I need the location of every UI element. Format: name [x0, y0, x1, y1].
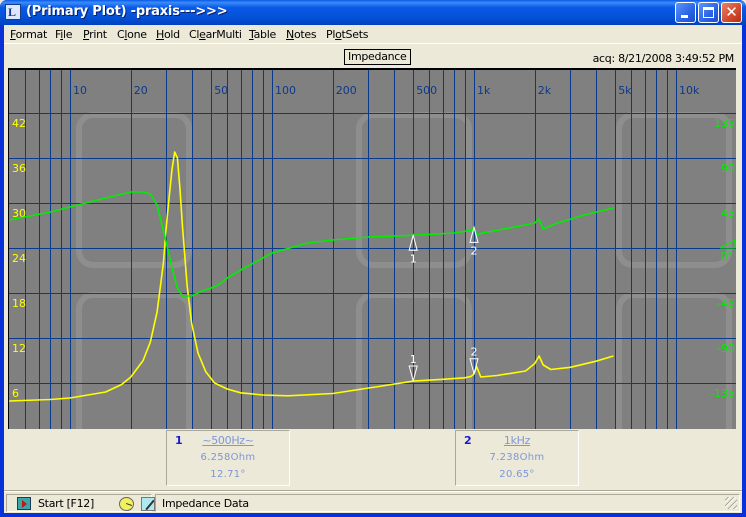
marker-1-magnitude-label: 1	[410, 353, 417, 366]
y-right-tick-label: 135	[714, 117, 735, 130]
y-left-tick-label: 12	[12, 342, 26, 355]
watermark-logo-icon	[76, 112, 192, 268]
start-panel: Start [F12]	[6, 494, 155, 512]
series-phase-line	[9, 191, 614, 297]
watermark-logo-icon	[76, 292, 192, 429]
menu-clearmulti[interactable]: ClearMulti	[189, 28, 242, 41]
x-tick-label: 50	[214, 84, 228, 97]
status-panel: Impedance Data	[155, 494, 740, 512]
x-tick-label: 20	[134, 84, 148, 97]
resize-grip-icon[interactable]	[725, 497, 737, 509]
marker-1-frequency[interactable]: ~500Hz~	[167, 434, 289, 447]
menu-plotsets[interactable]: PlotSets	[326, 28, 368, 41]
gauge-icon[interactable]	[119, 497, 134, 511]
marker-2-magnitude-label: 2	[471, 346, 478, 359]
x-tick-label: 2k	[538, 84, 552, 97]
plot-title[interactable]: Impedance	[344, 49, 411, 65]
y-left-tick-label: 24	[12, 252, 26, 265]
close-button[interactable]: ✕	[721, 2, 742, 23]
x-tick-label: 10	[73, 84, 87, 97]
watermark-logo-icon	[616, 292, 732, 429]
menu-print[interactable]: Print	[83, 28, 107, 41]
maximize-button[interactable]	[698, 2, 719, 23]
start-play-icon[interactable]	[17, 497, 31, 510]
minimize-icon	[681, 15, 688, 18]
marker-1-phase-label: 1	[410, 252, 417, 265]
title-bar[interactable]: L (Primary Plot) -praxis--->>> ✕	[0, 0, 746, 25]
y-right-tick-label: 45	[721, 207, 735, 220]
series-magnitude-line	[9, 151, 614, 402]
menu-bar: Format File Print Clone Hold ClearMulti Table N…	[4, 25, 742, 44]
x-tick-label: 100	[275, 84, 296, 97]
menu-hold[interactable]: Hold	[156, 28, 180, 41]
acquisition-timestamp: acq: 8/21/2008 3:49:52 PM	[592, 52, 735, 65]
app-window: L (Primary Plot) -praxis--->>> ✕ Format F…	[0, 0, 746, 517]
y-left-tick-label: 36	[12, 162, 26, 175]
menu-table[interactable]: Table	[249, 28, 276, 41]
window-title: (Primary Plot) -praxis--->>>	[26, 4, 228, 19]
status-bar: Start [F12] Impedance Data	[4, 492, 742, 513]
y-right-tick-label: 0°	[721, 250, 734, 263]
menu-clone[interactable]: Clone	[117, 28, 147, 41]
marker-1-phase: 12.71°	[210, 469, 246, 480]
x-tick-label: 1k	[477, 84, 491, 97]
marker-2-phase: 20.65°	[499, 469, 535, 480]
y-left-tick-label: 18	[12, 297, 26, 310]
watermark-logo-icon	[616, 112, 732, 268]
marker-1-readout: 1 ~500Hz~ 6.258Ohm 12.71°	[166, 430, 290, 486]
marker-2-magnitude: 7.238Ohm	[489, 452, 545, 463]
minimize-button[interactable]	[675, 2, 696, 23]
y-right-tick-label: 90	[721, 162, 735, 175]
y-left-tick-label: 42	[12, 117, 26, 130]
status-text: Impedance Data	[162, 497, 249, 510]
marker-2-readout: 2 1kHz 7.238Ohm 20.65°	[455, 430, 579, 486]
menu-notes[interactable]: Notes	[286, 28, 317, 41]
x-tick-label: 200	[336, 84, 357, 97]
x-tick-label: 10k	[679, 84, 700, 97]
marker-2-phase-label: 2	[471, 244, 478, 257]
menu-format[interactable]: Format	[10, 28, 47, 41]
marker-1-magnitude: 6.258Ohm	[200, 452, 256, 463]
marker-2-frequency[interactable]: 1kHz	[456, 434, 578, 447]
maximize-icon	[703, 7, 714, 18]
y-left-tick-label: 6	[12, 387, 19, 400]
probe-icon[interactable]	[141, 497, 155, 511]
client-area: Format File Print Clone Hold ClearMulti Table N…	[4, 25, 742, 513]
y-right-tick-label: -135	[710, 387, 735, 400]
start-button[interactable]: Start [F12]	[38, 497, 94, 510]
menu-file[interactable]: File	[55, 28, 73, 41]
x-tick-label: 500	[416, 84, 437, 97]
close-icon: ✕	[725, 3, 738, 21]
y-right-tick-label: -90	[717, 342, 735, 355]
impedance-plot[interactable]: 10 20 50 100 200 500 1k 2k 5k 10k 6 12 18 24 30 36 42 -13…	[8, 68, 736, 429]
app-logo-icon[interactable]: L	[5, 4, 21, 20]
y-right-tick-label: -45	[717, 297, 735, 310]
x-tick-label: 5k	[618, 84, 632, 97]
plot-canvas[interactable]: 10 20 50 100 200 500 1k 2k 5k 10k6121824303642-13…	[9, 70, 736, 429]
